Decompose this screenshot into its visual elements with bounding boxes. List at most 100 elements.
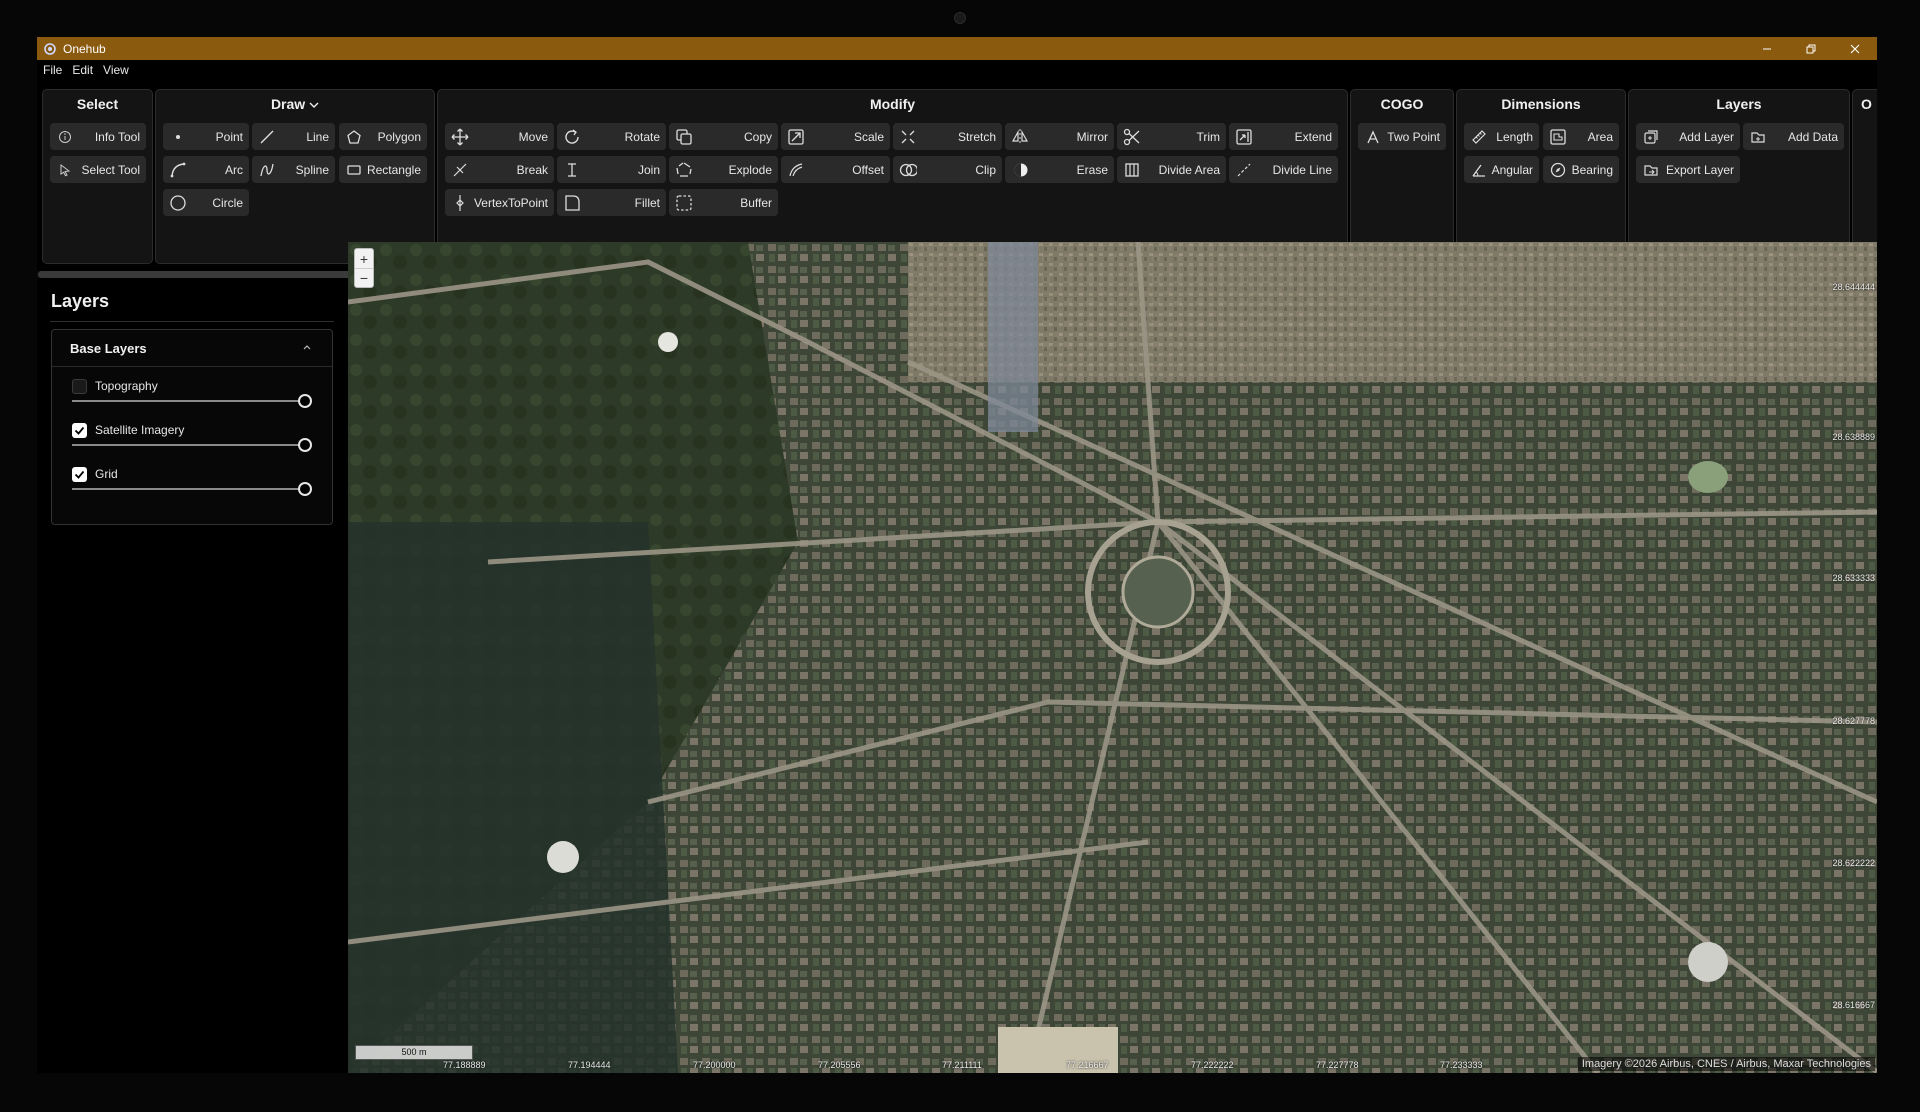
lat-label: 28.622222 <box>1832 858 1875 868</box>
point-button[interactable]: Point <box>163 123 249 150</box>
grid-checkbox[interactable] <box>72 467 87 482</box>
area-button[interactable]: Area <box>1543 123 1619 150</box>
rectangle-label: Rectangle <box>366 162 421 177</box>
draw-group-title[interactable]: Draw <box>156 96 434 112</box>
grid-opacity-slider[interactable] <box>298 482 312 496</box>
satellite-opacity-slider[interactable] <box>298 438 312 452</box>
polygon-button[interactable]: Polygon <box>339 123 427 150</box>
offset-button[interactable]: Offset <box>781 156 890 183</box>
scale-button[interactable]: Scale <box>781 123 890 150</box>
lat-label: 28.627778 <box>1832 716 1875 726</box>
polygon-icon <box>345 128 363 146</box>
vertex-to-point-button[interactable]: VertexToPoint <box>445 189 554 216</box>
cogo-group-title: COGO <box>1380 96 1424 112</box>
close-button[interactable] <box>1833 37 1877 60</box>
area-icon <box>1549 128 1567 146</box>
break-icon <box>451 161 469 179</box>
angular-button[interactable]: Angular <box>1464 156 1539 183</box>
fillet-button[interactable]: Fillet <box>557 189 666 216</box>
explode-button[interactable]: Explode <box>669 156 778 183</box>
bearing-button[interactable]: Bearing <box>1543 156 1619 183</box>
divide-area-icon <box>1123 161 1141 179</box>
select-group-title: Select <box>76 96 119 112</box>
extend-label: Extend <box>1294 129 1332 144</box>
extend-button[interactable]: Extend <box>1229 123 1338 150</box>
add-data-label: Add Data <box>1787 129 1838 144</box>
divide-line-label: Divide Line <box>1272 162 1332 177</box>
layer-row-grid: Grid <box>72 467 316 507</box>
fillet-icon <box>563 194 581 212</box>
zoom-out-button[interactable]: − <box>355 268 373 287</box>
divide-area-button[interactable]: Divide Area <box>1117 156 1226 183</box>
stretch-icon <box>899 128 917 146</box>
add-data-button[interactable]: Add Data <box>1743 123 1844 150</box>
topography-opacity-track[interactable] <box>72 400 304 402</box>
stretch-button[interactable]: Stretch <box>893 123 1002 150</box>
explode-label: Explode <box>728 162 772 177</box>
restore-button[interactable] <box>1789 37 1833 60</box>
line-icon <box>258 128 276 146</box>
info-tool-button[interactable]: Info Tool <box>50 123 146 150</box>
zoom-in-button[interactable]: + <box>355 249 373 268</box>
draw-group: Draw Point Line Polygon Arc Spline Recta… <box>155 89 435 264</box>
two-point-button[interactable]: Two Point <box>1358 123 1446 150</box>
trim-button[interactable]: Trim <box>1117 123 1226 150</box>
menu-view[interactable]: View <box>103 63 135 77</box>
add-data-icon <box>1749 128 1767 146</box>
rectangle-icon <box>345 161 363 179</box>
check-icon <box>74 426 85 435</box>
move-button[interactable]: Move <box>445 123 554 150</box>
divide-line-button[interactable]: Divide Line <box>1229 156 1338 183</box>
scale-bar: 500 m <box>355 1045 473 1060</box>
clip-icon <box>899 161 917 179</box>
overflow-group-title: O <box>1861 96 1872 112</box>
circle-button[interactable]: Circle <box>163 189 249 216</box>
spline-button[interactable]: Spline <box>252 156 335 183</box>
layers-ribbon-group: Layers Add Layer Add Data Export Layer <box>1628 89 1850 264</box>
rectangle-button[interactable]: Rectangle <box>339 156 427 183</box>
grid-opacity-track[interactable] <box>72 488 304 490</box>
clip-label: Clip <box>975 162 996 177</box>
join-button[interactable]: Join <box>557 156 666 183</box>
erase-button[interactable]: Erase <box>1005 156 1114 183</box>
select-tool-label: Select Tool <box>81 162 140 177</box>
layer-row-topography: Topography <box>72 379 316 419</box>
export-layer-button[interactable]: Export Layer <box>1636 156 1740 183</box>
add-layer-icon <box>1642 128 1660 146</box>
bearing-label: Bearing <box>1571 162 1613 177</box>
buffer-button[interactable]: Buffer <box>669 189 778 216</box>
mirror-button[interactable]: Mirror <box>1005 123 1114 150</box>
break-button[interactable]: Break <box>445 156 554 183</box>
add-layer-button[interactable]: Add Layer <box>1636 123 1740 150</box>
join-label: Join <box>637 162 660 177</box>
overflow-group: O <box>1852 89 1877 264</box>
minimize-button[interactable] <box>1745 37 1789 60</box>
explode-icon <box>675 161 693 179</box>
rotate-button[interactable]: Rotate <box>557 123 666 150</box>
arc-icon <box>169 161 187 179</box>
satellite-opacity-track[interactable] <box>72 444 304 446</box>
topography-opacity-slider[interactable] <box>298 394 312 408</box>
camera-dot <box>954 12 966 24</box>
restore-icon <box>1806 44 1816 53</box>
topography-checkbox[interactable] <box>72 379 87 394</box>
menu-file[interactable]: File <box>43 63 68 77</box>
length-button[interactable]: Length <box>1464 123 1539 150</box>
line-button[interactable]: Line <box>252 123 335 150</box>
add-layer-label: Add Layer <box>1679 129 1734 144</box>
menu-edit[interactable]: Edit <box>72 63 99 77</box>
line-label: Line <box>306 129 329 144</box>
clip-button[interactable]: Clip <box>893 156 1002 183</box>
select-tool-button[interactable]: Select Tool <box>50 156 146 183</box>
arc-button[interactable]: Arc <box>163 156 249 183</box>
app-logo-icon <box>44 42 56 55</box>
map-canvas[interactable]: + − 500 m 77.188889 77.194444 77.200000 … <box>348 242 1877 1073</box>
satellite-checkbox[interactable] <box>72 423 87 438</box>
layer-row-satellite: Satellite Imagery <box>72 423 316 463</box>
lon-label: 77.200000 <box>693 1060 736 1070</box>
lat-label: 28.616667 <box>1832 1000 1875 1010</box>
copy-button[interactable]: Copy <box>669 123 778 150</box>
menu-bar: File Edit View <box>37 60 139 80</box>
base-layers-title: Base Layers <box>70 341 147 356</box>
chevron-up-icon[interactable] <box>302 342 312 352</box>
